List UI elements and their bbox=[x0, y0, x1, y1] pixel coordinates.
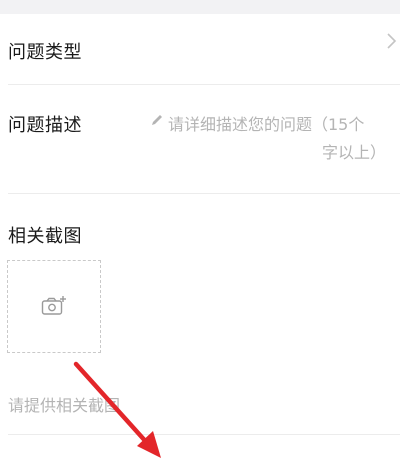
issue-description-label: 问题描述 bbox=[8, 115, 82, 136]
add-screenshot-button[interactable] bbox=[7, 260, 101, 353]
top-bar bbox=[0, 0, 400, 14]
issue-description-placeholder-line2: 字以上） bbox=[322, 143, 387, 162]
issue-type-label: 问题类型 bbox=[8, 42, 82, 63]
divider bbox=[8, 193, 400, 194]
screenshot-hint: 请提供相关截图 bbox=[8, 396, 121, 415]
divider bbox=[8, 84, 400, 85]
chevron-right-icon bbox=[387, 33, 397, 49]
camera-plus-icon bbox=[41, 296, 66, 315]
pencil-icon bbox=[152, 115, 162, 125]
issue-description-placeholder-line1: 请详细描述您的问题（15个 bbox=[168, 115, 365, 134]
divider bbox=[8, 434, 400, 435]
feedback-form: 问题类型 问题描述 请详细描述您的问题（15个 字以上） 相关截图 请提供相关截… bbox=[0, 14, 400, 468]
issue-type-row[interactable]: 问题类型 bbox=[0, 14, 400, 70]
screenshot-label: 相关截图 bbox=[8, 226, 82, 247]
